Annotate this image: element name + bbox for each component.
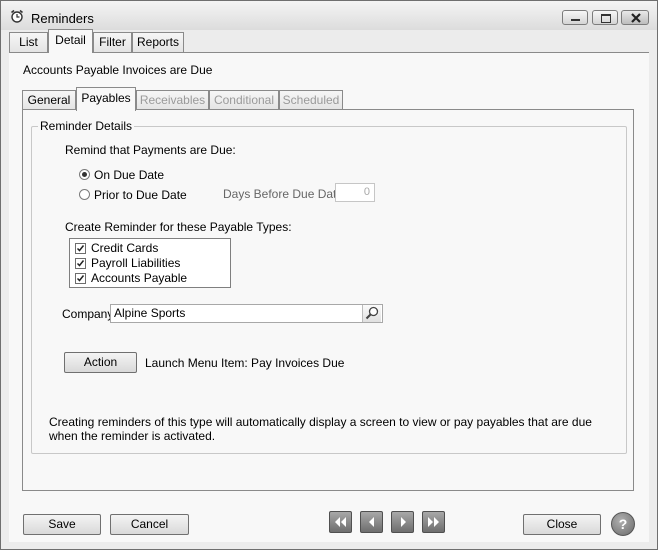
tab-payables[interactable]: Payables: [76, 87, 136, 111]
tab-filter[interactable]: Filter: [93, 32, 132, 52]
payable-types-list: Credit Cards Payroll Liabilities Account…: [69, 238, 231, 288]
remind-label: Remind that Payments are Due:: [65, 143, 236, 157]
credit-cards-checkbox[interactable]: [75, 243, 86, 254]
checkmark-icon: [76, 275, 85, 282]
on-due-date-label[interactable]: On Due Date: [94, 168, 164, 182]
radio-on-due-date[interactable]: [79, 169, 90, 180]
last-record-icon: [428, 517, 439, 527]
minimize-icon: [571, 19, 580, 21]
first-record-icon: [335, 517, 346, 527]
company-input[interactable]: Alpine Sports: [110, 304, 383, 323]
maximize-button[interactable]: [592, 10, 618, 25]
tab-scheduled: Scheduled: [279, 90, 343, 110]
tab-list[interactable]: List: [9, 32, 48, 52]
checkmark-icon: [76, 260, 85, 267]
action-text: Launch Menu Item: Pay Invoices Due: [145, 356, 345, 370]
payroll-liabilities-checkbox[interactable]: [75, 258, 86, 269]
window-title: Reminders: [31, 11, 94, 26]
payable-types-label: Create Reminder for these Payable Types:: [65, 220, 292, 234]
reminder-heading: Accounts Payable Invoices are Due: [23, 63, 213, 77]
tab-detail[interactable]: Detail: [48, 29, 93, 53]
credit-cards-label: Credit Cards: [91, 241, 159, 255]
help-icon[interactable]: ?: [611, 512, 635, 536]
accounts-payable-label: Accounts Payable: [91, 271, 188, 285]
first-record-button[interactable]: [329, 511, 352, 533]
last-record-button[interactable]: [422, 511, 445, 533]
minimize-button[interactable]: [562, 10, 588, 25]
maximize-icon: [601, 14, 611, 23]
tab-receivables: Receivables: [136, 90, 209, 110]
payroll-liabilities-label: Payroll Liabilities: [91, 256, 181, 270]
tab-reports[interactable]: Reports: [132, 32, 184, 52]
alarm-clock-icon: [10, 9, 24, 23]
reminder-details-legend: Reminder Details: [38, 119, 135, 133]
accounts-payable-checkbox[interactable]: [75, 273, 86, 284]
cancel-button[interactable]: Cancel: [110, 514, 189, 535]
magnifier-icon: [365, 306, 379, 320]
checkmark-icon: [76, 245, 85, 252]
close-window-button[interactable]: [621, 10, 649, 25]
company-label: Company: [62, 307, 114, 321]
prior-to-due-date-label[interactable]: Prior to Due Date: [94, 188, 187, 202]
company-lookup-button[interactable]: [362, 305, 381, 322]
action-button[interactable]: Action: [64, 352, 137, 373]
previous-record-button[interactable]: [360, 511, 383, 533]
days-before-input[interactable]: 0: [335, 183, 375, 202]
tab-conditional: Conditional: [209, 90, 279, 110]
title-bar: Reminders: [1, 1, 657, 30]
reminders-window: Reminders List Detail Filter Reports Acc…: [0, 0, 658, 550]
days-before-label: Days Before Due Date: [223, 187, 344, 201]
next-record-button[interactable]: [391, 511, 414, 533]
next-record-icon: [401, 517, 406, 527]
tab-general[interactable]: General: [22, 90, 76, 110]
close-button[interactable]: Close: [523, 514, 601, 535]
close-icon: [631, 13, 641, 23]
reminder-description: Creating reminders of this type will aut…: [49, 415, 592, 443]
previous-record-icon: [369, 517, 374, 527]
radio-prior-to-due-date[interactable]: [79, 189, 90, 200]
save-button[interactable]: Save: [23, 514, 101, 535]
